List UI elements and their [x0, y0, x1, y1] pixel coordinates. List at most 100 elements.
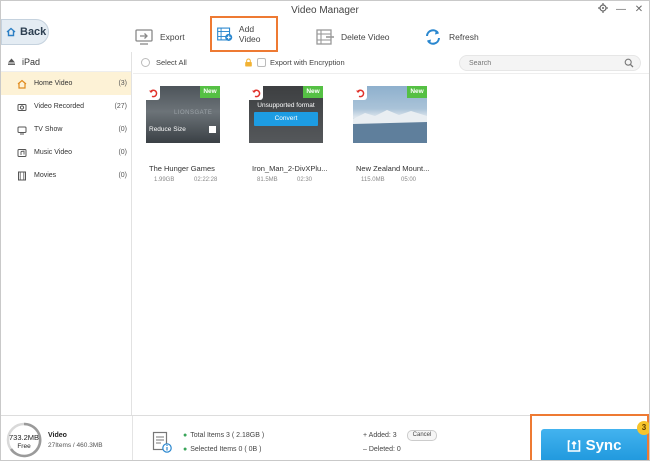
sidebar-item-count: (27) — [114, 103, 127, 110]
camera-icon — [17, 102, 27, 112]
storage-free-label: Free — [17, 443, 31, 450]
thumbnail-watermark: LIONSGATE — [174, 110, 213, 116]
document-info-icon — [152, 431, 172, 453]
category-detail: 27Items / 460.3MB — [48, 442, 103, 449]
category-label: Video — [48, 432, 67, 439]
search-box — [459, 55, 641, 71]
back-label: Back — [20, 26, 47, 38]
storage-free-value: 733.2MB — [8, 433, 40, 442]
selected-items: ● Selected Items 0 ( 0B ) — [183, 446, 261, 453]
total-items-text: Total Items 3 ( 2.18GB ) — [190, 432, 265, 439]
video-list-panel: Select All Export with Encryption New LI… — [133, 52, 649, 415]
video-size: 1.99GB — [154, 177, 175, 183]
back-home-icon — [6, 27, 16, 37]
cancel-button[interactable]: Cancel — [407, 430, 437, 441]
select-all-radio[interactable] — [141, 58, 150, 67]
video-duration: 02:22:28 — [194, 177, 218, 183]
convert-button[interactable]: Convert — [254, 112, 318, 126]
video-meta: 81.5MB 02:30 — [257, 177, 357, 183]
sidebar-item-count: (0) — [118, 126, 127, 133]
selected-items-text: Selected Items 0 ( 0B ) — [190, 446, 262, 453]
tv-icon — [17, 125, 27, 135]
footer-divider — [132, 416, 133, 460]
add-video-label: Add Video — [238, 24, 261, 44]
select-all-checkbox[interactable]: Select All — [141, 58, 187, 67]
window-title: Video Manager — [291, 5, 359, 16]
encrypt-label: Export with Encryption — [270, 58, 345, 67]
video-manager-window: Video Manager — ✕ Back Export Add Video … — [0, 0, 650, 461]
video-meta: 1.99GB 02:22:28 — [154, 177, 254, 183]
sidebar-item-count: (3) — [118, 80, 127, 87]
lock-icon — [245, 58, 252, 67]
delete-video-label: Delete Video — [341, 32, 390, 42]
sidebar-item-label: Home Video — [34, 80, 73, 87]
video-thumbnail[interactable]: New LIONSGATE Reduce Size — [146, 86, 220, 143]
sync-button[interactable]: Sync — [541, 429, 647, 460]
sidebar-item-label: TV Show — [34, 126, 63, 133]
video-thumbnail[interactable]: New Unsupported format Convert — [249, 86, 323, 143]
sidebar-item-label: Video Recorded — [34, 103, 85, 110]
delete-video-button[interactable]: Delete Video — [315, 23, 390, 51]
refresh-icon — [426, 29, 440, 45]
transfer-icon — [353, 86, 367, 100]
sidebar-item-count: (0) — [118, 149, 127, 156]
new-badge: New — [303, 86, 323, 98]
refresh-button[interactable]: Refresh — [423, 23, 479, 51]
encrypt-option[interactable]: Export with Encryption — [244, 58, 345, 67]
transfer-icon — [146, 86, 160, 100]
deleted-text: Deleted: 0 — [368, 446, 401, 453]
storage-free: 733.2MB Free — [6, 433, 42, 451]
film-icon — [17, 171, 27, 181]
sync-icon — [567, 439, 580, 452]
added-text: Added: 3 — [368, 432, 397, 439]
sidebar-item-count: (0) — [118, 172, 127, 179]
video-size: 115.0MB — [361, 177, 385, 183]
settings-icon[interactable] — [597, 3, 609, 17]
added-count: + Added: 3 — [363, 432, 397, 439]
list-toolbar: Select All Export with Encryption — [133, 52, 649, 74]
video-meta: 115.0MB 05:00 — [361, 177, 461, 183]
music-video-icon — [17, 148, 27, 158]
device-header[interactable]: iPad — [1, 52, 131, 72]
reduce-size-label: Reduce Size — [149, 126, 186, 133]
encrypt-checkbox[interactable] — [257, 58, 266, 67]
sidebar: iPad Home Video (3) Video Recorded (27) … — [1, 52, 132, 415]
sidebar-item-video-recorded[interactable]: Video Recorded (27) — [1, 95, 131, 118]
video-title: Iron_Man_2-DivXPlu... — [252, 164, 328, 173]
video-title: The Hunger Games — [149, 164, 215, 173]
sidebar-item-label: Music Video — [34, 149, 73, 156]
home-video-icon — [17, 79, 27, 89]
search-icon[interactable] — [624, 58, 634, 68]
export-label: Export — [160, 32, 185, 42]
total-items: ● Total Items 3 ( 2.18GB ) — [183, 432, 264, 439]
add-video-button[interactable]: Add Video — [210, 16, 278, 52]
sidebar-item-home-video[interactable]: Home Video (3) — [1, 72, 131, 95]
sidebar-item-music-video[interactable]: Music Video (0) — [1, 141, 131, 164]
reduce-size-checkbox[interactable] — [209, 126, 216, 133]
minimize-icon[interactable]: — — [615, 3, 627, 17]
add-video-icon — [217, 27, 233, 41]
export-icon — [135, 29, 153, 45]
sidebar-item-movies[interactable]: Movies (0) — [1, 164, 131, 187]
back-button[interactable]: Back — [1, 19, 49, 45]
video-title: New Zealand Mount... — [356, 164, 430, 173]
selected-dot-icon: ● — [183, 446, 188, 453]
export-button[interactable]: Export — [134, 23, 185, 51]
total-dot-icon: ● — [183, 432, 188, 439]
video-size: 81.5MB — [257, 177, 278, 183]
transfer-icon — [249, 86, 263, 100]
sidebar-item-label: Movies — [34, 172, 57, 179]
refresh-label: Refresh — [449, 32, 479, 42]
search-input[interactable] — [469, 56, 619, 70]
delete-video-icon — [316, 29, 334, 45]
new-badge: New — [200, 86, 220, 98]
close-icon[interactable]: ✕ — [633, 3, 645, 17]
select-all-label: Select All — [156, 58, 187, 67]
sidebar-item-tv-show[interactable]: TV Show (0) — [1, 118, 131, 141]
window-controls: — ✕ — [597, 3, 645, 17]
new-badge: New — [407, 86, 427, 98]
video-thumbnail[interactable]: New — [353, 86, 427, 143]
video-duration: 02:30 — [297, 177, 313, 183]
eject-icon — [8, 58, 15, 65]
device-name: iPad — [22, 56, 41, 67]
